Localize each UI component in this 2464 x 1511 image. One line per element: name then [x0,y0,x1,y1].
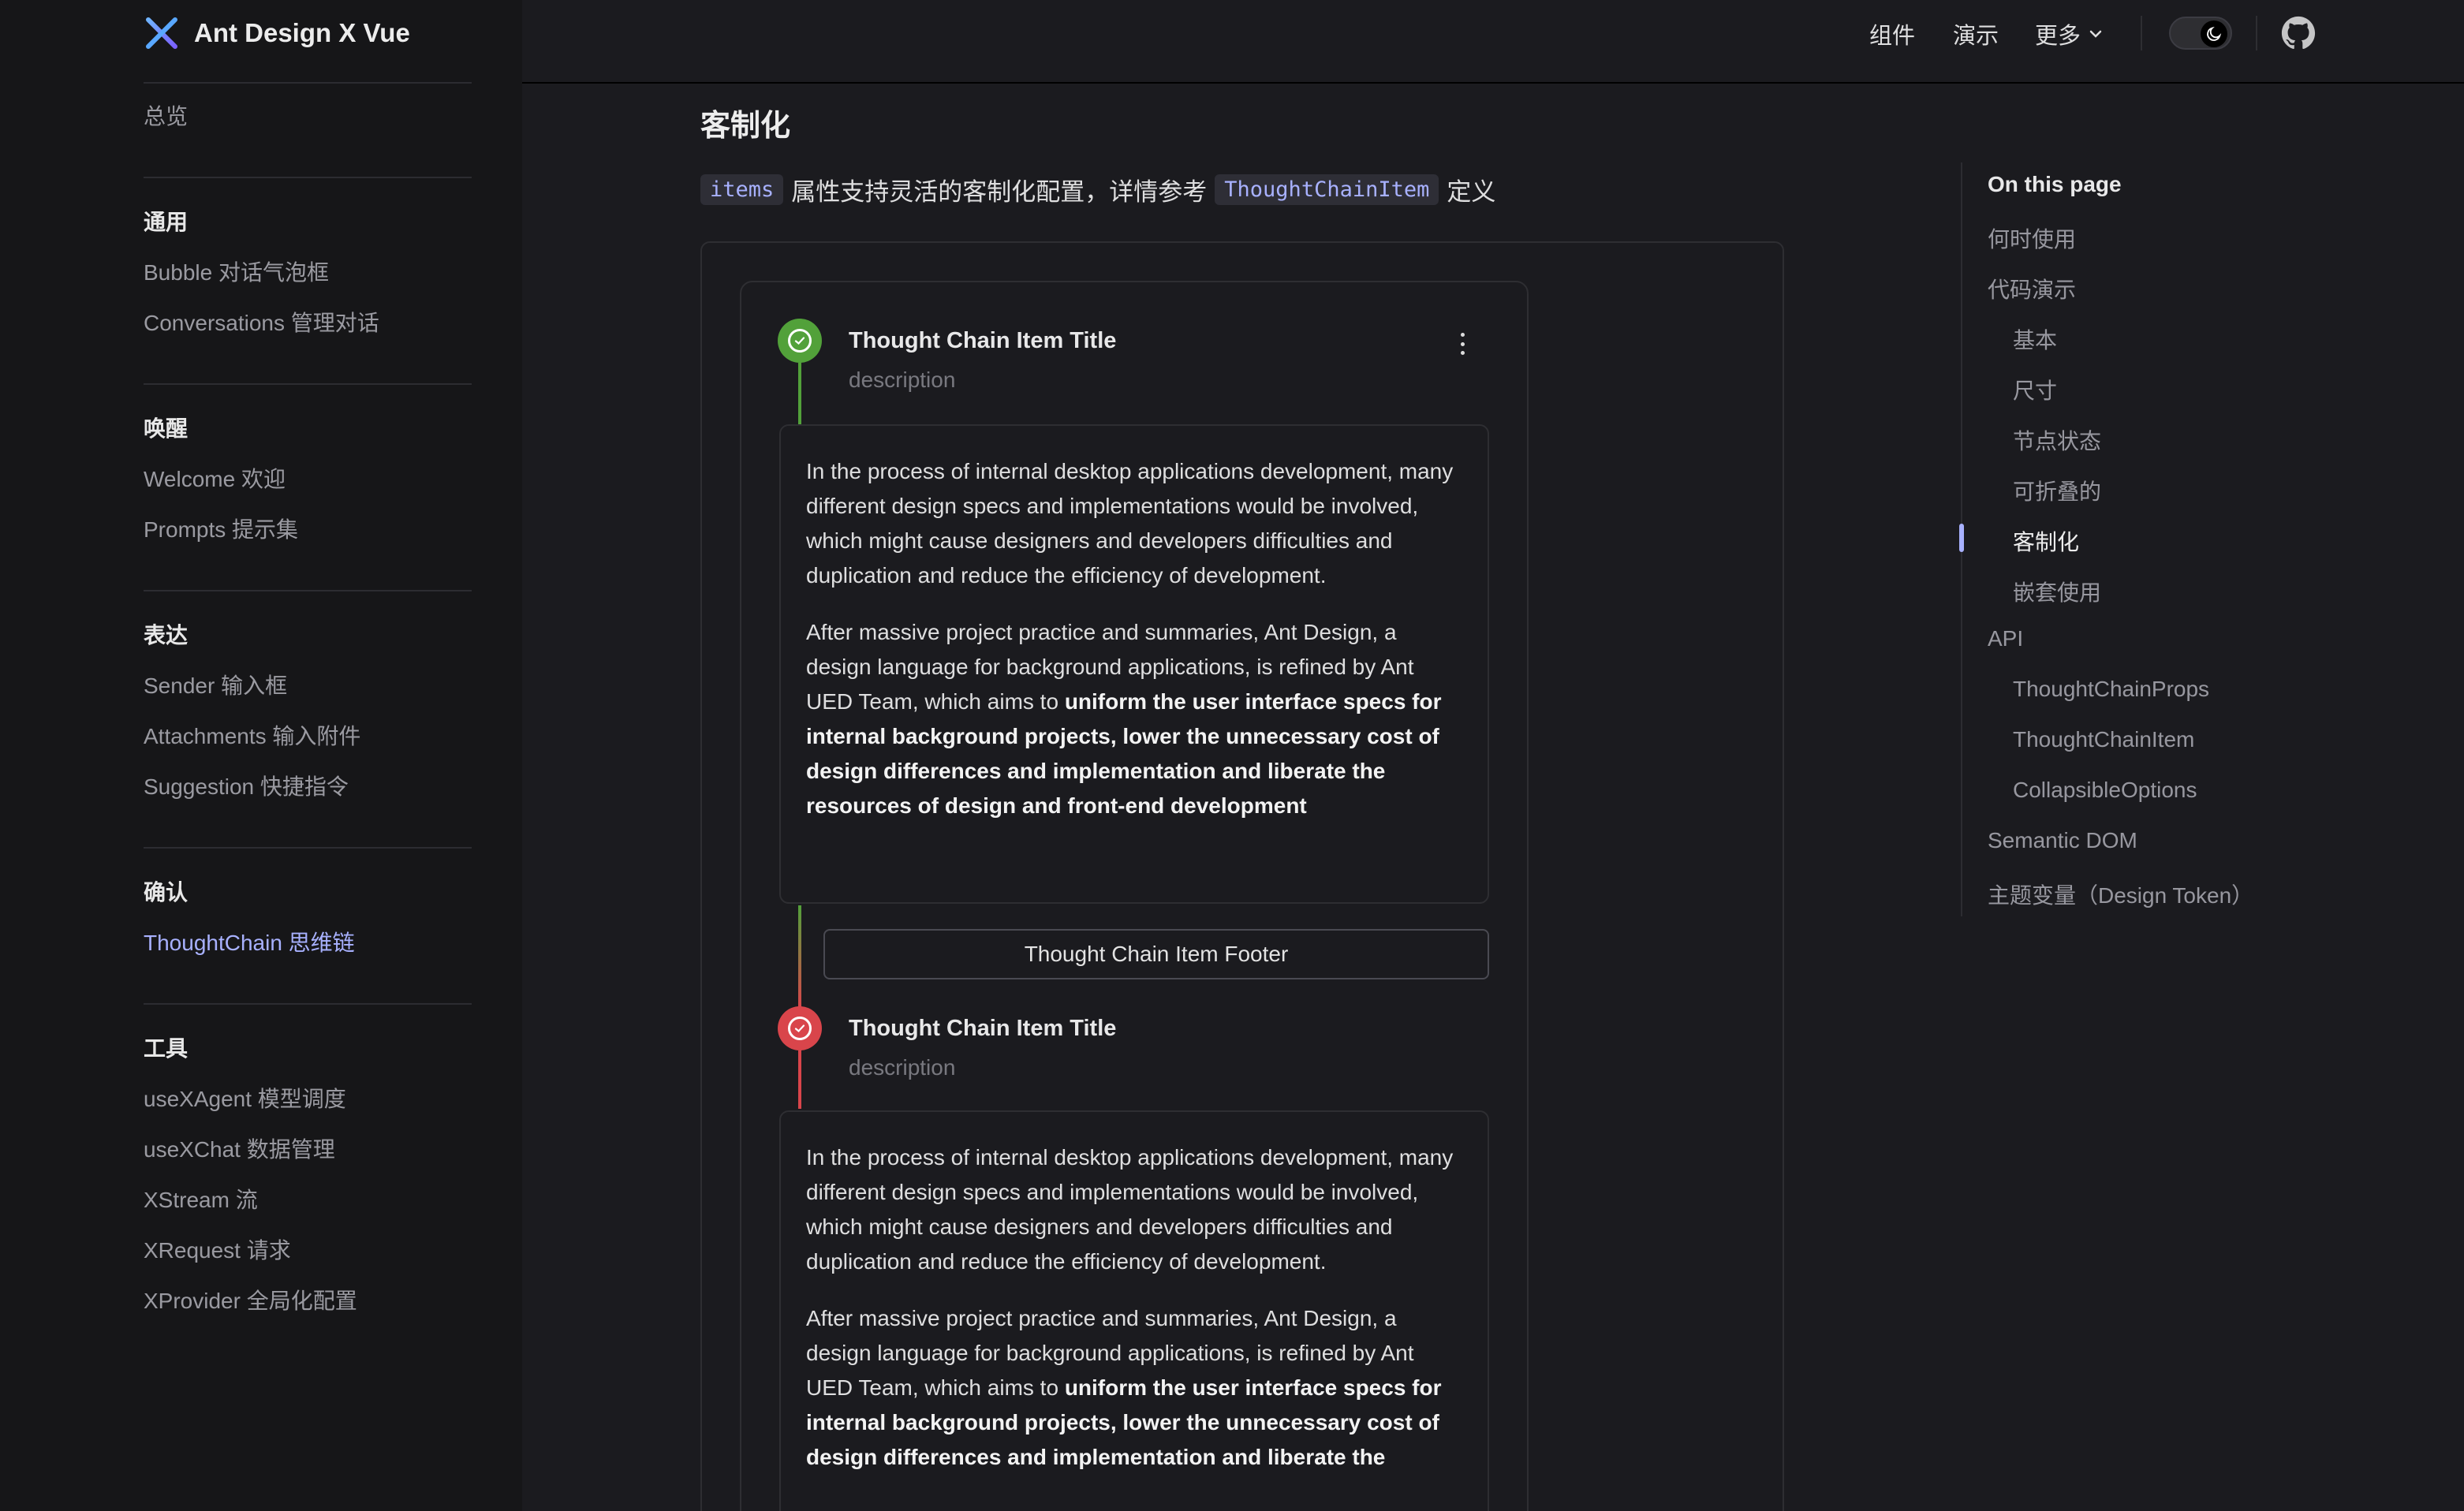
intro-suffix: 定义 [1447,178,1496,206]
toc-item[interactable]: 基本 [2013,323,2057,355]
theme-toggle[interactable] [2169,17,2232,50]
nav-more-dropdown[interactable]: 更多 [2035,17,2104,50]
intro-text: 属性支持灵活的客制化配置，详情参考 [791,178,1208,206]
thought-chain-item-description: description [849,1055,956,1080]
sidebar-item-bubble[interactable]: Bubble 对话气泡框 [144,256,329,287]
toc-item[interactable]: CollapsibleOptions [2013,778,2197,803]
toc-item[interactable]: 嵌套使用 [2013,576,2101,607]
toc-title: On this page [1988,172,2122,196]
nav-components[interactable]: 组件 [1869,17,1915,50]
content-paragraph: In the process of internal desktop appli… [806,459,1454,588]
sidebar-item-sender[interactable]: Sender 输入框 [144,669,287,700]
sidebar-divider [144,177,472,178]
toc-item[interactable]: 可折叠的 [2013,475,2101,506]
timeline-line [798,905,801,1008]
more-vertical-icon[interactable] [1454,330,1470,358]
toc-item[interactable]: 主题变量（Design Token） [1988,879,2253,910]
thought-chain-item-description: description [849,367,956,392]
section-intro: items 属性支持灵活的客制化配置，详情参考 ThoughtChainItem… [700,172,1503,207]
toc-item[interactable]: ThoughtChainItem [2013,727,2194,752]
sidebar-item-suggestion[interactable]: Suggestion 快捷指令 [144,770,349,801]
github-icon[interactable] [2281,16,2316,50]
toc-item[interactable]: 节点状态 [2013,424,2101,456]
sidebar-item-xprovider[interactable]: XProvider 全局化配置 [144,1284,357,1315]
toc-item[interactable]: ThoughtChainProps [2013,677,2209,702]
timeline-line [798,1050,801,1109]
sidebar-group-express: 表达 [144,623,189,647]
nav-more-label: 更多 [2035,24,2081,49]
app-title: Ant Design X Vue [194,18,410,47]
sidebar-item-overview[interactable]: 总览 [144,99,188,131]
thought-chain-item-footer-button[interactable]: Thought Chain Item Footer [823,929,1489,979]
success-status-icon [778,319,822,363]
sidebar-item-xrequest[interactable]: XRequest 请求 [144,1233,291,1265]
sidebar-divider [144,383,472,385]
thought-chain-item-title: Thought Chain Item Title [849,1016,1117,1041]
error-status-icon [778,1006,822,1050]
logo[interactable]: Ant Design X Vue [144,14,410,52]
content-paragraph: After massive project practice and summa… [806,1306,1442,1469]
thought-chain-item-content: In the process of internal desktop appli… [779,424,1489,904]
sidebar-divider [144,590,472,591]
sidebar-group-wake: 唤醒 [144,416,189,441]
chevron-down-icon [2089,30,2102,38]
sidebar-item-attachments[interactable]: Attachments 输入附件 [144,719,360,751]
nav-separator [2256,16,2257,50]
sidebar-item-xstream[interactable]: XStream 流 [144,1183,258,1214]
sidebar-item-usexagent[interactable]: useXAgent 模型调度 [144,1082,346,1114]
sidebar-group-tools: 工具 [144,1036,189,1061]
sidebar-item-welcome[interactable]: Welcome 欢迎 [144,462,286,494]
toc-item[interactable]: 代码演示 [1988,273,2076,304]
toc-active-marker [1959,524,1964,552]
sidebar-divider [144,847,472,849]
section-title: 客制化 [700,110,791,143]
thought-chain-item-content: In the process of internal desktop appli… [779,1110,1489,1511]
thought-chain-item-title: Thought Chain Item Title [849,328,1117,353]
content-paragraph: After massive project practice and summa… [806,620,1442,818]
sidebar: Ant Design X Vue 总览 通用 Bubble 对话气泡框 Conv… [0,0,522,1511]
ant-design-x-logo-icon [146,17,177,49]
toc-item[interactable]: 尺寸 [2013,374,2057,405]
toc-item-active[interactable]: 客制化 [2013,525,2079,557]
code-thoughtchainitem[interactable]: ThoughtChainItem [1215,174,1439,205]
timeline-line [798,363,801,424]
nav-demos[interactable]: 演示 [1953,17,1999,50]
code-items: items [700,174,784,205]
toc-item[interactable]: API [1988,626,2023,651]
toc-item[interactable]: Semantic DOM [1988,828,2137,853]
sidebar-divider [144,1003,472,1005]
nav-separator [2141,16,2142,50]
sidebar-item-conversations[interactable]: Conversations 管理对话 [144,306,379,338]
toc-item[interactable]: 何时使用 [1988,222,2076,254]
moon-icon [2201,21,2227,47]
content-paragraph: In the process of internal desktop appli… [806,1145,1454,1274]
sidebar-item-usexchat[interactable]: useXChat 数据管理 [144,1132,335,1164]
sidebar-divider [144,82,472,84]
sidebar-item-thoughtchain[interactable]: ThoughtChain 思维链 [144,926,355,957]
sidebar-item-prompts[interactable]: Prompts 提示集 [144,513,298,544]
sidebar-group-confirm: 确认 [144,880,189,905]
sidebar-group-general: 通用 [144,210,189,234]
